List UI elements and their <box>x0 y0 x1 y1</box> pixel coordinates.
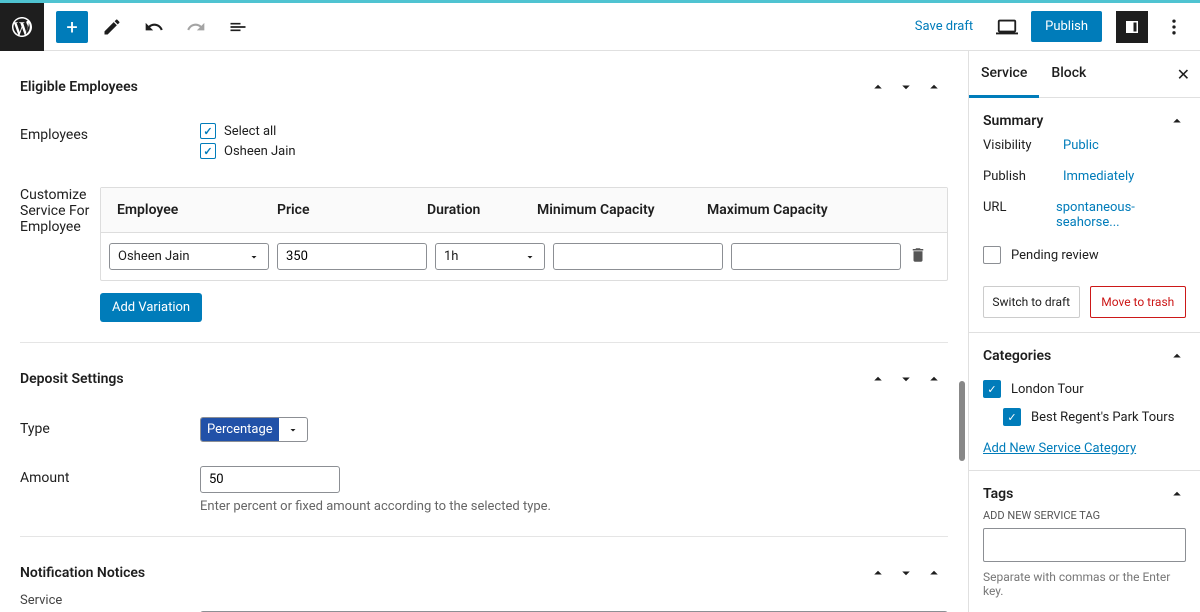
max-capacity-input[interactable] <box>731 243 901 270</box>
add-tag-label: ADD NEW SERVICE TAG <box>983 509 1186 522</box>
employees-label: Employees <box>20 123 200 163</box>
amount-label: Amount <box>20 466 200 486</box>
pending-review-checkbox[interactable] <box>983 246 1001 264</box>
content-scrollbar[interactable] <box>956 51 968 612</box>
visibility-label: Visibility <box>983 138 1063 153</box>
expand-down-icon[interactable] <box>892 365 920 393</box>
pencil-icon <box>102 17 122 37</box>
editor-toolbar: + Save draft Publish <box>0 3 1200 51</box>
bottom-meta-tab[interactable]: Service <box>20 589 62 612</box>
chevron-up-icon <box>1168 485 1186 503</box>
chevron-up-icon <box>1168 112 1186 130</box>
sort-handle-icon[interactable] <box>920 559 948 587</box>
tab-service[interactable]: Service <box>969 51 1039 98</box>
switch-to-draft-button[interactable]: Switch to draft <box>983 286 1080 318</box>
save-draft-button[interactable]: Save draft <box>905 19 983 34</box>
publish-value[interactable]: Immediately <box>1063 169 1134 184</box>
delete-row-button[interactable] <box>909 246 927 268</box>
col-employee: Employee <box>101 188 261 232</box>
summary-panel-header[interactable]: Summary <box>983 112 1186 130</box>
chevron-down-icon <box>524 251 536 263</box>
col-price: Price <box>261 188 411 232</box>
visibility-value[interactable]: Public <box>1063 138 1099 153</box>
section-title: Eligible Employees <box>20 79 864 95</box>
category-checkbox[interactable]: ✓ <box>983 380 1001 398</box>
wordpress-icon <box>10 15 34 39</box>
deposit-settings-header[interactable]: Deposit Settings <box>20 353 948 405</box>
undo-button[interactable] <box>136 9 172 45</box>
table-row: Osheen Jain 1h <box>101 233 947 280</box>
col-max-capacity: Maximum Capacity <box>691 188 861 232</box>
dots-vertical-icon <box>1164 17 1184 37</box>
col-duration: Duration <box>411 188 521 232</box>
category-label: London Tour <box>1011 382 1084 397</box>
tab-block[interactable]: Block <box>1039 51 1098 97</box>
settings-sidebar: Service Block ✕ Summary VisibilityPublic… <box>968 51 1200 612</box>
min-capacity-input[interactable] <box>553 243 723 270</box>
eligible-employees-header[interactable]: Eligible Employees <box>20 61 948 113</box>
notification-notices-header[interactable]: Notification Notices <box>20 547 948 599</box>
laptop-icon <box>996 16 1018 38</box>
redo-icon <box>186 17 206 37</box>
price-input[interactable] <box>277 243 427 270</box>
sidebar-icon <box>1123 18 1141 36</box>
amount-input[interactable] <box>200 466 340 493</box>
tag-input[interactable] <box>983 528 1186 562</box>
expand-down-icon[interactable] <box>892 559 920 587</box>
section-title: Deposit Settings <box>20 371 864 387</box>
collapse-up-icon[interactable] <box>864 73 892 101</box>
employee-name-label: Osheen Jain <box>224 144 296 159</box>
undo-icon <box>144 17 164 37</box>
expand-down-icon[interactable] <box>892 73 920 101</box>
section-title: Notification Notices <box>20 565 864 581</box>
amount-hint: Enter percent or fixed amount according … <box>200 499 551 514</box>
publish-button[interactable]: Publish <box>1031 11 1102 42</box>
select-all-checkbox[interactable] <box>200 123 216 139</box>
collapse-up-icon[interactable] <box>864 365 892 393</box>
move-to-trash-button[interactable]: Move to trash <box>1090 286 1187 318</box>
chevron-up-icon <box>1168 347 1186 365</box>
redo-button[interactable] <box>178 9 214 45</box>
collapse-up-icon[interactable] <box>864 559 892 587</box>
tag-hint: Separate with commas or the Enter key. <box>983 570 1186 598</box>
customize-label: Customize Service For Employee <box>20 183 100 322</box>
preview-button[interactable] <box>989 9 1025 45</box>
category-checkbox[interactable]: ✓ <box>1003 408 1021 426</box>
sort-handle-icon[interactable] <box>920 73 948 101</box>
chevron-down-icon <box>248 251 260 263</box>
list-view-button[interactable] <box>220 9 256 45</box>
publish-label: Publish <box>983 169 1063 184</box>
edit-mode-button[interactable] <box>94 9 130 45</box>
url-label: URL <box>983 200 1056 230</box>
settings-panel-toggle[interactable] <box>1116 11 1148 43</box>
select-all-label: Select all <box>224 124 276 139</box>
employee-variation-table: Employee Price Duration Minimum Capacity… <box>100 187 948 281</box>
outline-icon <box>228 17 248 37</box>
sort-handle-icon[interactable] <box>920 365 948 393</box>
pending-review-label: Pending review <box>1011 248 1099 263</box>
employee-select[interactable]: Osheen Jain <box>109 243 269 270</box>
chevron-down-icon <box>279 418 307 441</box>
close-sidebar-button[interactable]: ✕ <box>1177 65 1190 84</box>
tags-panel-header[interactable]: Tags <box>983 485 1186 503</box>
employee-checkbox[interactable] <box>200 143 216 159</box>
trash-icon <box>909 246 927 264</box>
duration-select[interactable]: 1h <box>435 243 545 270</box>
editor-content: Eligible Employees Employees Select all … <box>0 51 968 612</box>
type-label: Type <box>20 417 200 437</box>
add-variation-button[interactable]: Add Variation <box>100 293 202 322</box>
categories-panel-header[interactable]: Categories <box>983 347 1186 365</box>
add-block-button[interactable]: + <box>56 11 88 43</box>
col-min-capacity: Minimum Capacity <box>521 188 691 232</box>
add-category-link[interactable]: Add New Service Category <box>983 441 1136 456</box>
url-value[interactable]: spontaneous-seahorse... <box>1056 200 1186 230</box>
category-label: Best Regent's Park Tours <box>1031 410 1174 425</box>
deposit-type-select[interactable]: Percentage <box>200 417 308 442</box>
wordpress-logo[interactable] <box>0 3 44 51</box>
options-button[interactable] <box>1158 11 1190 43</box>
